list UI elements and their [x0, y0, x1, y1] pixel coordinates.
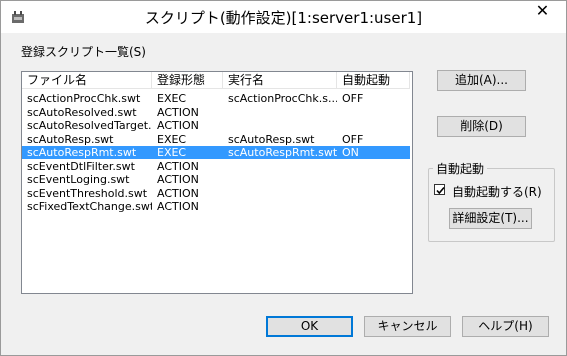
close-button[interactable]: ✕ — [520, 1, 565, 23]
cancel-button[interactable]: キャンセル — [364, 316, 451, 337]
cell-filename: scAutoResolved.swt — [27, 105, 137, 119]
window-title: スクリプト(動作設定)[1:server1:user1] — [144, 9, 423, 27]
help-button[interactable]: ヘルプ(H) — [462, 316, 549, 337]
checkmark-icon — [436, 186, 445, 195]
cell-autostart — [337, 160, 410, 173]
cell-type: ACTION — [157, 173, 199, 186]
cell-autostart — [337, 106, 410, 119]
cell-exec-name: scAutoResp.swt — [228, 132, 315, 146]
cell-exec-name — [223, 160, 337, 173]
cell-exec-name — [223, 200, 337, 213]
table-row[interactable]: scAutoResolved.swt ACTION — [22, 106, 410, 119]
autostart-group-label: 自動起動 — [433, 160, 488, 177]
cell-filename: scAutoRespRmt.swt — [27, 146, 137, 159]
column-header-exec-name[interactable]: 実行名 — [223, 72, 337, 89]
cell-autostart — [337, 200, 410, 213]
cell-autostart: OFF — [342, 92, 364, 105]
cell-type: ACTION — [157, 159, 199, 173]
table-row[interactable]: scAutoResp.swt EXEC scAutoResp.swt OFF — [22, 133, 410, 146]
cell-autostart — [337, 119, 410, 132]
cell-filename: scAutoResolvedTarget... — [27, 119, 152, 132]
table-row[interactable]: scEventThreshold.swt ACTION — [22, 187, 410, 200]
autostart-group — [428, 168, 555, 242]
cell-exec-name — [223, 119, 337, 132]
table-row[interactable]: scEventDtlFilter.swt ACTION — [22, 160, 410, 173]
title-bar[interactable]: スクリプト(動作設定)[1:server1:user1] ✕ — [1, 1, 566, 33]
autostart-checkbox-label: 自動起動する(R) — [452, 185, 542, 199]
cell-filename: scActionProcChk.swt — [27, 92, 141, 105]
add-button[interactable]: 追加(A)... — [437, 70, 526, 91]
table-row[interactable]: scActionProcChk.swt EXEC scActionProcChk.s… — [22, 92, 410, 105]
cell-autostart: ON — [342, 146, 359, 159]
cell-filename: scEventDtlFilter.swt — [27, 159, 135, 173]
autostart-checkbox[interactable] — [434, 184, 445, 195]
dialog-window: スクリプト(動作設定)[1:server1:user1] ✕ 登録スクリプト一覧… — [0, 0, 567, 356]
cell-filename: scAutoResp.swt — [27, 132, 114, 146]
table-row[interactable]: scFixedTextChange.swt ACTION — [22, 200, 410, 213]
cell-type: ACTION — [157, 200, 199, 213]
cell-filename: scEventLoging.swt — [27, 173, 130, 186]
script-list[interactable]: ファイル名 登録形態 実行名 自動起動 scActionProcChk.swt E… — [21, 71, 413, 294]
cell-type: EXEC — [157, 146, 187, 159]
column-header-type[interactable]: 登録形態 — [152, 72, 223, 89]
cell-exec-name — [223, 106, 337, 119]
table-row[interactable]: scAutoResolvedTarget... ACTION — [22, 119, 410, 132]
cell-autostart — [337, 187, 410, 200]
cell-autostart: OFF — [342, 132, 364, 146]
cell-exec-name: scAutoRespRmt.swt — [228, 146, 337, 159]
cell-filename: scFixedTextChange.swt — [27, 200, 152, 213]
table-row[interactable]: scEventLoging.swt ACTION — [22, 173, 410, 186]
script-list-label: 登録スクリプト一覧(S) — [21, 45, 146, 59]
cell-type: EXEC — [157, 132, 187, 146]
cell-type: ACTION — [157, 186, 199, 200]
cell-type: EXEC — [157, 92, 187, 105]
list-header: ファイル名 登録形態 実行名 自動起動 — [22, 72, 412, 90]
cell-type: ACTION — [157, 105, 199, 119]
cell-filename: scEventThreshold.swt — [27, 186, 148, 200]
delete-button[interactable]: 削除(D) — [437, 116, 526, 137]
cell-exec-name: scActionProcChk.s... — [228, 92, 337, 105]
cell-type: ACTION — [157, 119, 199, 132]
cell-exec-name — [223, 173, 337, 186]
ok-button[interactable]: OK — [266, 316, 353, 337]
close-icon: ✕ — [535, 1, 550, 20]
detail-settings-button[interactable]: 詳細設定(T)... — [449, 208, 532, 229]
column-header-autostart[interactable]: 自動起動 — [337, 72, 410, 89]
cell-autostart — [337, 173, 410, 186]
column-header-filename[interactable]: ファイル名 — [22, 72, 152, 89]
cell-exec-name — [223, 187, 337, 200]
table-row[interactable]: scAutoRespRmt.swt EXEC scAutoRespRmt.swt ON — [22, 146, 410, 159]
